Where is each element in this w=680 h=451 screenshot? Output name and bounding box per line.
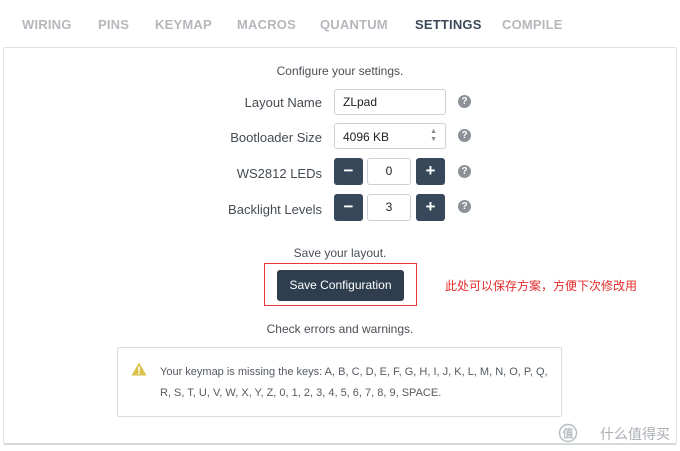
tab-quantum[interactable]: QUANTUM	[320, 17, 388, 32]
ws2812-leds-label: WS2812 LEDs	[236, 166, 322, 181]
backlight-levels-value[interactable]: 3	[367, 194, 411, 221]
tab-bar: WIRING PINS KEYMAP MACROS QUANTUM SETTIN…	[0, 0, 680, 50]
warning-message: Your keymap is missing the keys: A, B, C…	[160, 366, 548, 399]
tab-macros[interactable]: MACROS	[237, 17, 296, 32]
bootloader-size-value: 4096 KB	[343, 130, 390, 144]
tab-keymap[interactable]: KEYMAP	[155, 17, 212, 32]
save-intro: Save your layout.	[293, 246, 387, 260]
warning-icon	[131, 362, 147, 376]
watermark-logo-icon: 值	[558, 423, 578, 443]
layout-name-help-icon[interactable]: ?	[458, 95, 471, 108]
bootloader-size-help-icon[interactable]: ?	[458, 129, 471, 142]
select-arrows-icon: ▲ ▼	[430, 128, 437, 143]
svg-text:值: 值	[563, 426, 574, 440]
tab-settings[interactable]: SETTINGS	[415, 17, 482, 32]
settings-intro: Configure your settings.	[276, 64, 404, 78]
warnings-intro: Check errors and warnings.	[266, 322, 414, 336]
tab-wiring[interactable]: WIRING	[22, 17, 72, 32]
ws2812-leds-value[interactable]: 0	[367, 158, 411, 185]
save-configuration-button[interactable]: Save Configuration	[277, 270, 404, 301]
ws2812-leds-help-icon[interactable]: ?	[458, 165, 471, 178]
backlight-levels-help-icon[interactable]: ?	[458, 200, 471, 213]
bootloader-size-label: Bootloader Size	[230, 130, 322, 145]
ws2812-increment-button[interactable]: +	[416, 158, 445, 185]
ws2812-decrement-button[interactable]: −	[334, 158, 363, 185]
layout-name-input[interactable]	[334, 89, 446, 115]
backlight-increment-button[interactable]: +	[416, 194, 445, 221]
annotation-text: 此处可以保存方案，方便下次修改用	[445, 279, 638, 293]
backlight-decrement-button[interactable]: −	[334, 194, 363, 221]
layout-name-label: Layout Name	[244, 95, 322, 110]
bootloader-size-select[interactable]: 4096 KB ▲ ▼	[334, 123, 446, 149]
watermark-text: 什么值得买	[600, 426, 670, 442]
tab-pins[interactable]: PINS	[98, 17, 129, 32]
warning-box: Your keymap is missing the keys: A, B, C…	[117, 347, 562, 417]
tab-compile[interactable]: COMPILE	[502, 17, 563, 32]
backlight-levels-label: Backlight Levels	[228, 202, 322, 217]
